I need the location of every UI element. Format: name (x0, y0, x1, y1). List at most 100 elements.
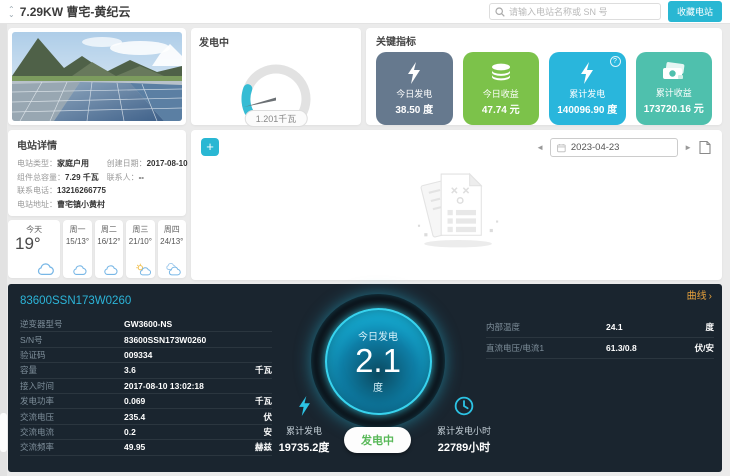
table-row: 内部温度24.1度 (486, 317, 714, 338)
ring-unit: 度 (373, 379, 383, 394)
search-icon (495, 7, 505, 17)
weather-temp: 16/12° (97, 237, 120, 246)
weather-wed: 周三 21/10° (126, 220, 154, 278)
kpi-total-generation: ? 累计发电 140096.90 度 (549, 52, 626, 125)
top-bar: ⌃⌄ 7.29KW 曹宅-黄纪云 收藏电站 (0, 0, 730, 24)
coins-icon (489, 62, 513, 84)
weather-tue: 周二 16/12° (95, 220, 123, 278)
weather-today: 今天 19° (8, 220, 60, 278)
generation-chart-card: + ◄ ► (191, 130, 722, 280)
weather-mon: 周一 15/13° (63, 220, 91, 278)
kpi-value: 173720.16 元 (644, 100, 704, 115)
weather-temp: 24/13° (160, 237, 183, 246)
kpi-label: 今日发电 (396, 87, 432, 100)
next-day-arrow[interactable]: ► (683, 143, 693, 152)
export-report-icon[interactable] (698, 140, 712, 155)
date-picker[interactable] (550, 138, 678, 157)
cloud-icon (36, 262, 56, 276)
weather-day: 周三 (132, 224, 148, 235)
stat-label: 累计发电小时 (414, 424, 514, 437)
date-input[interactable] (571, 142, 671, 153)
stat-value: 19735.2度 (254, 439, 354, 455)
ring-label: 今日发电 (358, 328, 398, 343)
table-row: 交流频率49.95赫兹 (20, 440, 272, 455)
gauge-value: 1.201千瓦 (245, 110, 308, 127)
kpi-today-generation: 今日发电 38.50 度 (376, 52, 453, 125)
weather-temp: 19° (15, 235, 41, 253)
kpi-label: 累计收益 (656, 86, 692, 99)
help-icon[interactable]: ? (610, 56, 621, 67)
inverter-info-table: 逆变器型号GW3600-NS S/N号83600SSN173W0260 验证码0… (20, 317, 272, 456)
lightning-icon (579, 62, 595, 84)
detail-address: 电站地址：曹宅镇小黄村 (17, 198, 177, 212)
kpi-total-income: 累计收益 173720.16 元 (636, 52, 713, 125)
table-row: 交流电压235.4伏 (20, 409, 272, 424)
total-hours-stat: 累计发电小时 22789小时 (414, 396, 514, 455)
clock-icon (454, 396, 474, 416)
plant-details-card: 电站详情 电站类型：家庭户用 创建日期：2017-08-10 组件总容量：7.2… (8, 130, 186, 216)
detail-station-type: 电站类型：家庭户用 (17, 157, 107, 171)
station-title: 7.29KW 曹宅-黄纪云 (20, 3, 131, 20)
station-photo-card (8, 28, 186, 125)
table-row: 接入时间2017-08-10 13:02:18 (20, 379, 272, 394)
sun-cloud-icon (135, 263, 151, 276)
lightning-icon (297, 396, 312, 416)
ring-value: 2.1 (355, 343, 401, 379)
station-photo (12, 32, 182, 121)
no-data-illustration (397, 164, 517, 259)
table-row: 发电功率0.069千瓦 (20, 394, 272, 409)
banknotes-icon (661, 62, 687, 83)
detail-capacity: 组件总容量：7.29 千瓦 (17, 171, 107, 185)
weather-forecast: 今天 19° 周一 15/13° 周二 16/12° 周三 21/10° 周四 … (8, 220, 186, 278)
stat-label: 累计发电 (254, 424, 354, 437)
detail-create-date: 创建日期：2017-08-10 (107, 157, 177, 171)
clouds-icon (165, 263, 182, 276)
weather-temp: 15/13° (66, 237, 89, 246)
power-gauge-card: 发电中 1.201千瓦 (191, 28, 361, 125)
table-row: 直流电压/电流161.3/0.8伏/安 (486, 338, 714, 359)
kpi-label: 今日收益 (483, 87, 519, 100)
weather-day: 周一 (69, 224, 85, 235)
inverter-panel: 曲线› 83600SSN173W0260 逆变器型号GW3600-NS S/N号… (8, 284, 722, 472)
weather-temp: 21/10° (129, 237, 152, 246)
total-generation-stat: 累计发电 19735.2度 (254, 396, 354, 455)
inverter-serial-header[interactable]: 83600SSN173W0260 (20, 295, 131, 307)
station-search[interactable] (489, 3, 661, 20)
lightning-icon (406, 62, 422, 84)
table-row: 交流电流0.2安 (20, 425, 272, 440)
collapse-chevron-icon[interactable]: ⌃⌄ (8, 7, 15, 17)
detail-contact: 联系人：-- (107, 171, 177, 185)
kpi-value: 47.74 元 (482, 101, 520, 116)
key-metrics-card: 关键指标 今日发电 38.50 度 今日收益 47.74 元 ? 累计发电 14… (366, 28, 722, 125)
kpi-label: 累计发电 (569, 87, 605, 100)
dashboard-page: ⌃⌄ 7.29KW 曹宅-黄纪云 收藏电站 (0, 0, 730, 476)
generating-status-button[interactable]: 发电中 (344, 427, 411, 453)
prev-day-arrow[interactable]: ◄ (535, 143, 545, 152)
inverter-dc-table: 内部温度24.1度 直流电压/电流161.3/0.8伏/安 (486, 317, 714, 359)
key-metrics-title: 关键指标 (376, 33, 712, 48)
curve-link[interactable]: 曲线› (687, 287, 712, 302)
detail-phone: 联系电话：13216266775 (17, 184, 177, 198)
plant-details-title: 电站详情 (17, 137, 177, 152)
search-input[interactable] (509, 7, 655, 17)
table-row: 逆变器型号GW3600-NS (20, 317, 272, 332)
weather-day: 周二 (101, 224, 117, 235)
add-chart-button[interactable]: + (201, 138, 219, 156)
left-scrollbar-thumb[interactable] (0, 413, 7, 452)
left-scrollbar-track (0, 24, 7, 476)
table-row: 容量3.6千瓦 (20, 363, 272, 378)
cloud-icon (103, 264, 119, 276)
kpi-value: 140096.90 度 (557, 101, 617, 116)
table-row: 验证码009334 (20, 348, 272, 363)
gauge-status-label: 发电中 (199, 34, 353, 49)
weather-thu: 周四 24/13° (158, 220, 186, 278)
table-row: S/N号83600SSN173W0260 (20, 332, 272, 347)
weather-day: 周四 (164, 224, 180, 235)
stat-value: 22789小时 (414, 439, 514, 455)
cloud-icon (72, 264, 88, 276)
favorite-station-button[interactable]: 收藏电站 (668, 1, 722, 22)
calendar-icon (557, 143, 566, 153)
kpi-value: 38.50 度 (395, 101, 433, 116)
chevron-right-icon: › (709, 291, 712, 302)
kpi-today-income: 今日收益 47.74 元 (463, 52, 540, 125)
